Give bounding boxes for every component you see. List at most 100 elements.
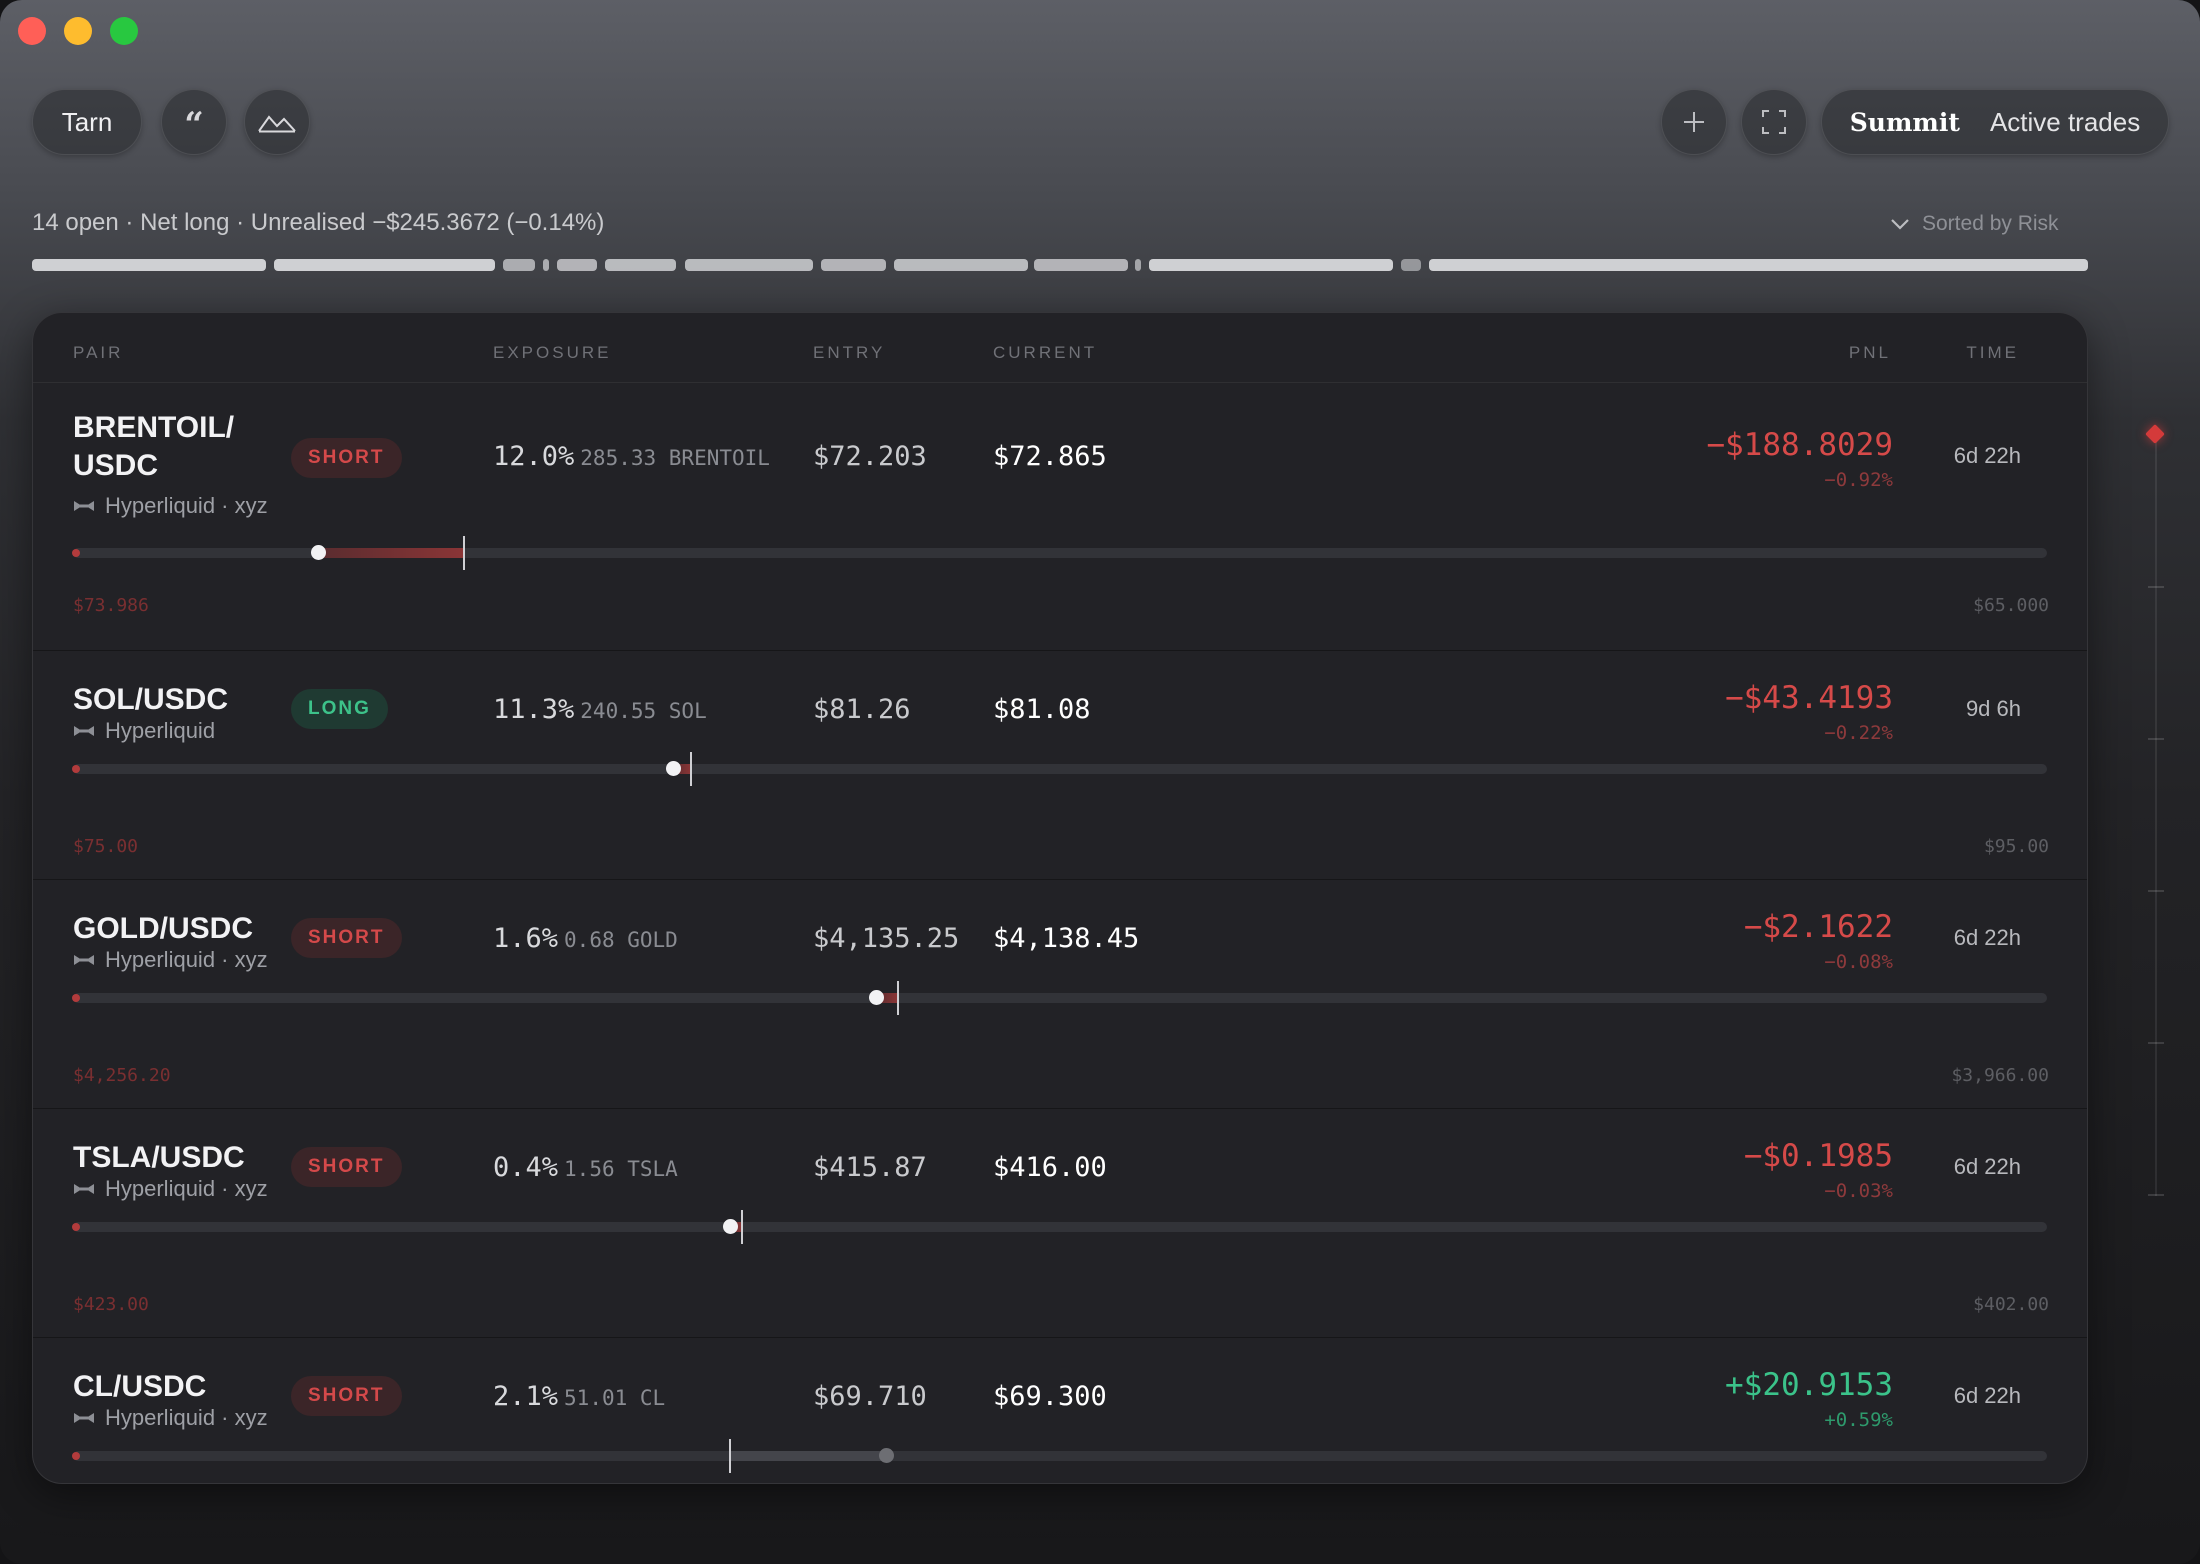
current-price-marker[interactable] <box>666 761 681 776</box>
price-range-track[interactable] <box>72 536 2047 570</box>
pair-name: CL/USDC <box>73 1368 206 1406</box>
liquidation-marker <box>72 994 80 1002</box>
rail-tick <box>2148 738 2164 740</box>
header-time: TIME <box>1966 343 2019 362</box>
fullscreen-button[interactable] <box>1741 89 1807 155</box>
trade-row[interactable]: GOLD/USDC Hyperliquid · xyz SHORT 1.6% 0.68 … <box>33 880 2087 1109</box>
pnl-percent: −0.03% <box>1824 1180 1893 1202</box>
side-label: SHORT <box>308 927 385 948</box>
pair-name-line1: GOLD/USDC <box>73 912 253 945</box>
range-low-label: $73.986 <box>73 595 149 616</box>
entry-marker <box>741 1210 743 1244</box>
trade-row[interactable]: TSLA/USDC Hyperliquid · xyz SHORT 0.4% 1.56 … <box>33 1109 2087 1338</box>
pnl-value: −$43.4193 <box>1725 680 1893 716</box>
pnl-percent: −0.22% <box>1824 722 1893 744</box>
hyperliquid-icon <box>74 1184 94 1194</box>
current-price-marker[interactable] <box>879 1448 894 1463</box>
rail-tick <box>2148 1042 2164 1044</box>
venue-label: Hyperliquid <box>105 718 216 743</box>
venue-label: Hyperliquid · xyz <box>105 947 268 972</box>
venue: Hyperliquid · xyz <box>73 1405 268 1431</box>
entry-price: $415.87 <box>813 1152 927 1183</box>
price-range-track[interactable] <box>72 1210 2047 1244</box>
exposure-pct: 2.1% <box>493 1381 559 1412</box>
risk-segment <box>1135 259 1141 271</box>
header-exposure: EXPOSURE <box>493 343 612 362</box>
range-high-label: $65.000 <box>1973 595 2049 616</box>
pair-name: TSLA/USDC <box>73 1139 245 1177</box>
risk-segment <box>557 259 597 271</box>
current-price-marker[interactable] <box>723 1219 738 1234</box>
quote-button[interactable]: “ <box>161 89 227 155</box>
entry-price: $69.710 <box>813 1381 927 1412</box>
exposure: 12.0% 285.33 BRENTOIL <box>493 441 770 472</box>
venue-label: Hyperliquid · xyz <box>105 1405 268 1430</box>
sort-label: Sorted by Risk <box>1922 212 2059 235</box>
tarn-button[interactable]: Tarn <box>32 89 142 155</box>
exposure-qty: 51.01 CL <box>564 1386 666 1410</box>
current-price: $72.865 <box>993 441 1107 472</box>
pair-name-line2: USDC <box>73 449 159 482</box>
exposure-qty: 0.68 GOLD <box>564 928 678 952</box>
current-price: $4,138.45 <box>993 923 1140 954</box>
mountain-button[interactable] <box>244 89 310 155</box>
pnl-percent: −0.92% <box>1824 469 1893 491</box>
trade-row[interactable]: CL/USDC Hyperliquid · xyz SHORT 2.1% 51.01 C… <box>33 1338 2087 1483</box>
risk-position-marker[interactable] <box>2145 424 2165 444</box>
pair-name-line1: TSLA/USDC <box>73 1141 245 1174</box>
plus-icon <box>1684 112 1704 132</box>
time-open: 6d 22h <box>1953 925 2021 950</box>
pnl-range-fill <box>730 1451 886 1461</box>
summit-nav[interactable]: Summit Active trades <box>1821 89 2169 155</box>
trade-row[interactable]: SOL/USDC Hyperliquid LONG 11.3% 240.55 SOL $8… <box>33 651 2087 880</box>
risk-segment <box>543 259 549 271</box>
pnl-value: +$20.9153 <box>1725 1367 1893 1403</box>
current-price-marker[interactable] <box>311 545 326 560</box>
venue-label: Hyperliquid · xyz <box>105 1176 268 1201</box>
exposure-qty: 240.55 SOL <box>580 699 707 723</box>
entry-marker <box>463 536 465 570</box>
range-low-label: $4,256.20 <box>73 1065 171 1086</box>
entry-price: $72.203 <box>813 441 927 472</box>
risk-segment <box>605 259 676 271</box>
venue: Hyperliquid · xyz <box>73 947 268 973</box>
exposure-pct: 12.0% <box>493 441 575 472</box>
pair-name: SOL/USDC <box>73 681 228 719</box>
entry-marker <box>897 981 899 1015</box>
venue: Hyperliquid <box>73 718 215 744</box>
zoom-window-button[interactable] <box>110 17 138 45</box>
entry-marker <box>690 752 692 786</box>
venue: Hyperliquid · xyz <box>73 1176 268 1202</box>
close-window-button[interactable] <box>18 17 46 45</box>
pair-name-line1: CL/USDC <box>73 1370 207 1403</box>
current-price-marker[interactable] <box>869 990 884 1005</box>
entry-marker <box>729 1439 731 1473</box>
exposure: 1.6% 0.68 GOLD <box>493 923 678 954</box>
rail-tick <box>2148 1194 2164 1196</box>
exposure: 0.4% 1.56 TSLA <box>493 1152 678 1183</box>
price-range-track[interactable] <box>72 1439 2047 1473</box>
trade-row[interactable]: BRENTOIL/USDC Hyperliquid · xyz SHORT 12.0%… <box>33 383 2087 651</box>
price-range-track[interactable] <box>72 752 2047 786</box>
sort-dropdown[interactable]: Sorted by Risk <box>1890 212 2059 236</box>
pair-name: GOLD/USDC <box>73 910 253 948</box>
hyperliquid-icon <box>74 1413 94 1423</box>
range-low-label: $423.00 <box>73 1294 149 1315</box>
venue: Hyperliquid · xyz <box>73 493 268 519</box>
app-window: Tarn “ Summit Active trades 14 open · Ne… <box>0 0 2200 1564</box>
rail-tick <box>2148 890 2164 892</box>
risk-scroll-rail[interactable] <box>2155 434 2157 1196</box>
portfolio-summary: 14 open · Net long · Unrealised −$245.36… <box>32 209 605 236</box>
price-range-track[interactable] <box>72 981 2047 1015</box>
time-open: 6d 22h <box>1953 443 2021 468</box>
hyperliquid-icon <box>74 501 94 511</box>
current-price: $81.08 <box>993 694 1091 725</box>
risk-segment <box>1429 259 2088 271</box>
add-button[interactable] <box>1661 89 1727 155</box>
time-open: 6d 22h <box>1953 1383 2021 1408</box>
entry-price: $81.26 <box>813 694 911 725</box>
minimize-window-button[interactable] <box>64 17 92 45</box>
pair-name-line1: SOL/USDC <box>73 683 229 716</box>
risk-segment <box>32 259 266 271</box>
current-price: $69.300 <box>993 1381 1107 1412</box>
